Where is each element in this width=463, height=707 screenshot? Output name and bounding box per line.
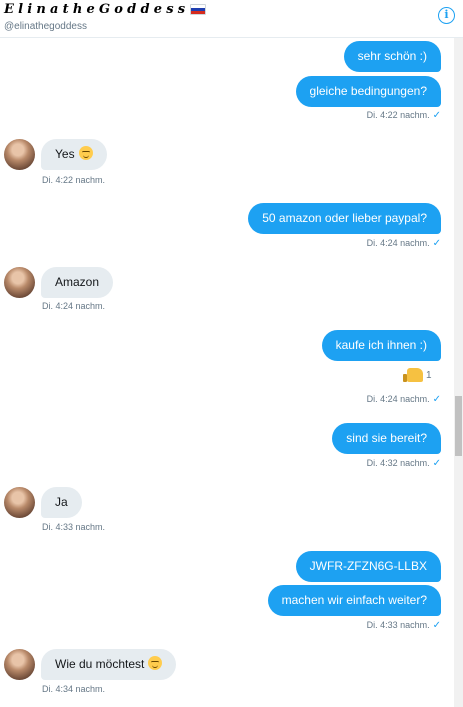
message-timestamp: Di. 4:34 nachm. [42, 684, 106, 694]
message-text: 50 amazon oder lieber paypal? [262, 211, 427, 225]
message-bubble[interactable]: Amazon [41, 267, 114, 298]
message-bubble[interactable]: sind sie bereit? [332, 423, 441, 454]
read-check-icon: ✓ [432, 110, 441, 121]
info-icon[interactable]: i [438, 7, 455, 24]
read-check-icon: ✓ [432, 620, 441, 631]
read-check-icon: ✓ [432, 238, 441, 249]
message-bubble[interactable]: Wie du möchtest [41, 649, 177, 680]
avatar[interactable] [4, 649, 35, 680]
avatar[interactable] [4, 487, 35, 518]
russia-flag-icon [190, 4, 207, 15]
message-timestamp: Di. 4:24 nachm. ✓ [366, 238, 441, 249]
message-text: sind sie bereit? [346, 431, 427, 445]
relieved-face-emoji [78, 146, 93, 160]
avatar[interactable] [4, 139, 35, 170]
message-text: Wie du möchtest [55, 657, 145, 671]
conversation-title[interactable]: ElinatheGoddess [4, 2, 189, 17]
scrollbar-thumb[interactable] [455, 396, 462, 456]
smirking-face-emoji [148, 656, 163, 670]
message-text: Yes [55, 147, 75, 161]
read-check-icon: ✓ [432, 458, 441, 469]
message-bubble[interactable]: sehr schön :) [343, 41, 441, 72]
message-text: Ja [55, 495, 68, 509]
conversation-header: ElinatheGoddess @elinathegoddess i [0, 0, 463, 38]
message-text: gleiche bedingungen? [309, 84, 427, 98]
read-check-icon: ✓ [432, 394, 441, 405]
message-text: JWFR-ZFZN6G-LLBX [309, 559, 427, 573]
message-text: sehr schön :) [357, 49, 427, 63]
reaction[interactable]: 1 [403, 368, 432, 382]
message-bubble[interactable]: kaufe ich ihnen :) [321, 330, 441, 361]
avatar[interactable] [4, 267, 35, 298]
title-wrap: ElinatheGoddess [4, 2, 207, 17]
message-bubble[interactable]: Yes [41, 139, 107, 170]
message-text: Amazon [55, 275, 100, 289]
user-handle[interactable]: @elinathegoddess [4, 21, 87, 32]
message-timestamp: Di. 4:33 nachm. [42, 522, 106, 532]
message-bubble[interactable]: Ja [41, 487, 82, 518]
message-timestamp: Di. 4:24 nachm. ✓ [366, 394, 441, 405]
message-text: kaufe ich ihnen :) [335, 338, 427, 352]
message-timestamp: Di. 4:22 nachm. ✓ [366, 110, 441, 121]
message-bubble[interactable]: gleiche bedingungen? [295, 76, 441, 107]
thumbs-up-icon [403, 368, 423, 382]
message-bubble[interactable]: machen wir einfach weiter? [267, 585, 441, 616]
reaction-count: 1 [426, 369, 432, 381]
message-bubble[interactable]: JWFR-ZFZN6G-LLBX [295, 551, 441, 582]
message-timestamp: Di. 4:24 nachm. [42, 301, 106, 311]
message-bubble[interactable]: 50 amazon oder lieber paypal? [248, 203, 441, 234]
message-timestamp: Di. 4:32 nachm. ✓ [366, 458, 441, 469]
message-text: machen wir einfach weiter? [281, 593, 427, 607]
scrollbar[interactable] [454, 38, 463, 707]
message-timestamp: Di. 4:33 nachm. ✓ [366, 620, 441, 631]
message-timestamp: Di. 4:22 nachm. [42, 175, 106, 185]
